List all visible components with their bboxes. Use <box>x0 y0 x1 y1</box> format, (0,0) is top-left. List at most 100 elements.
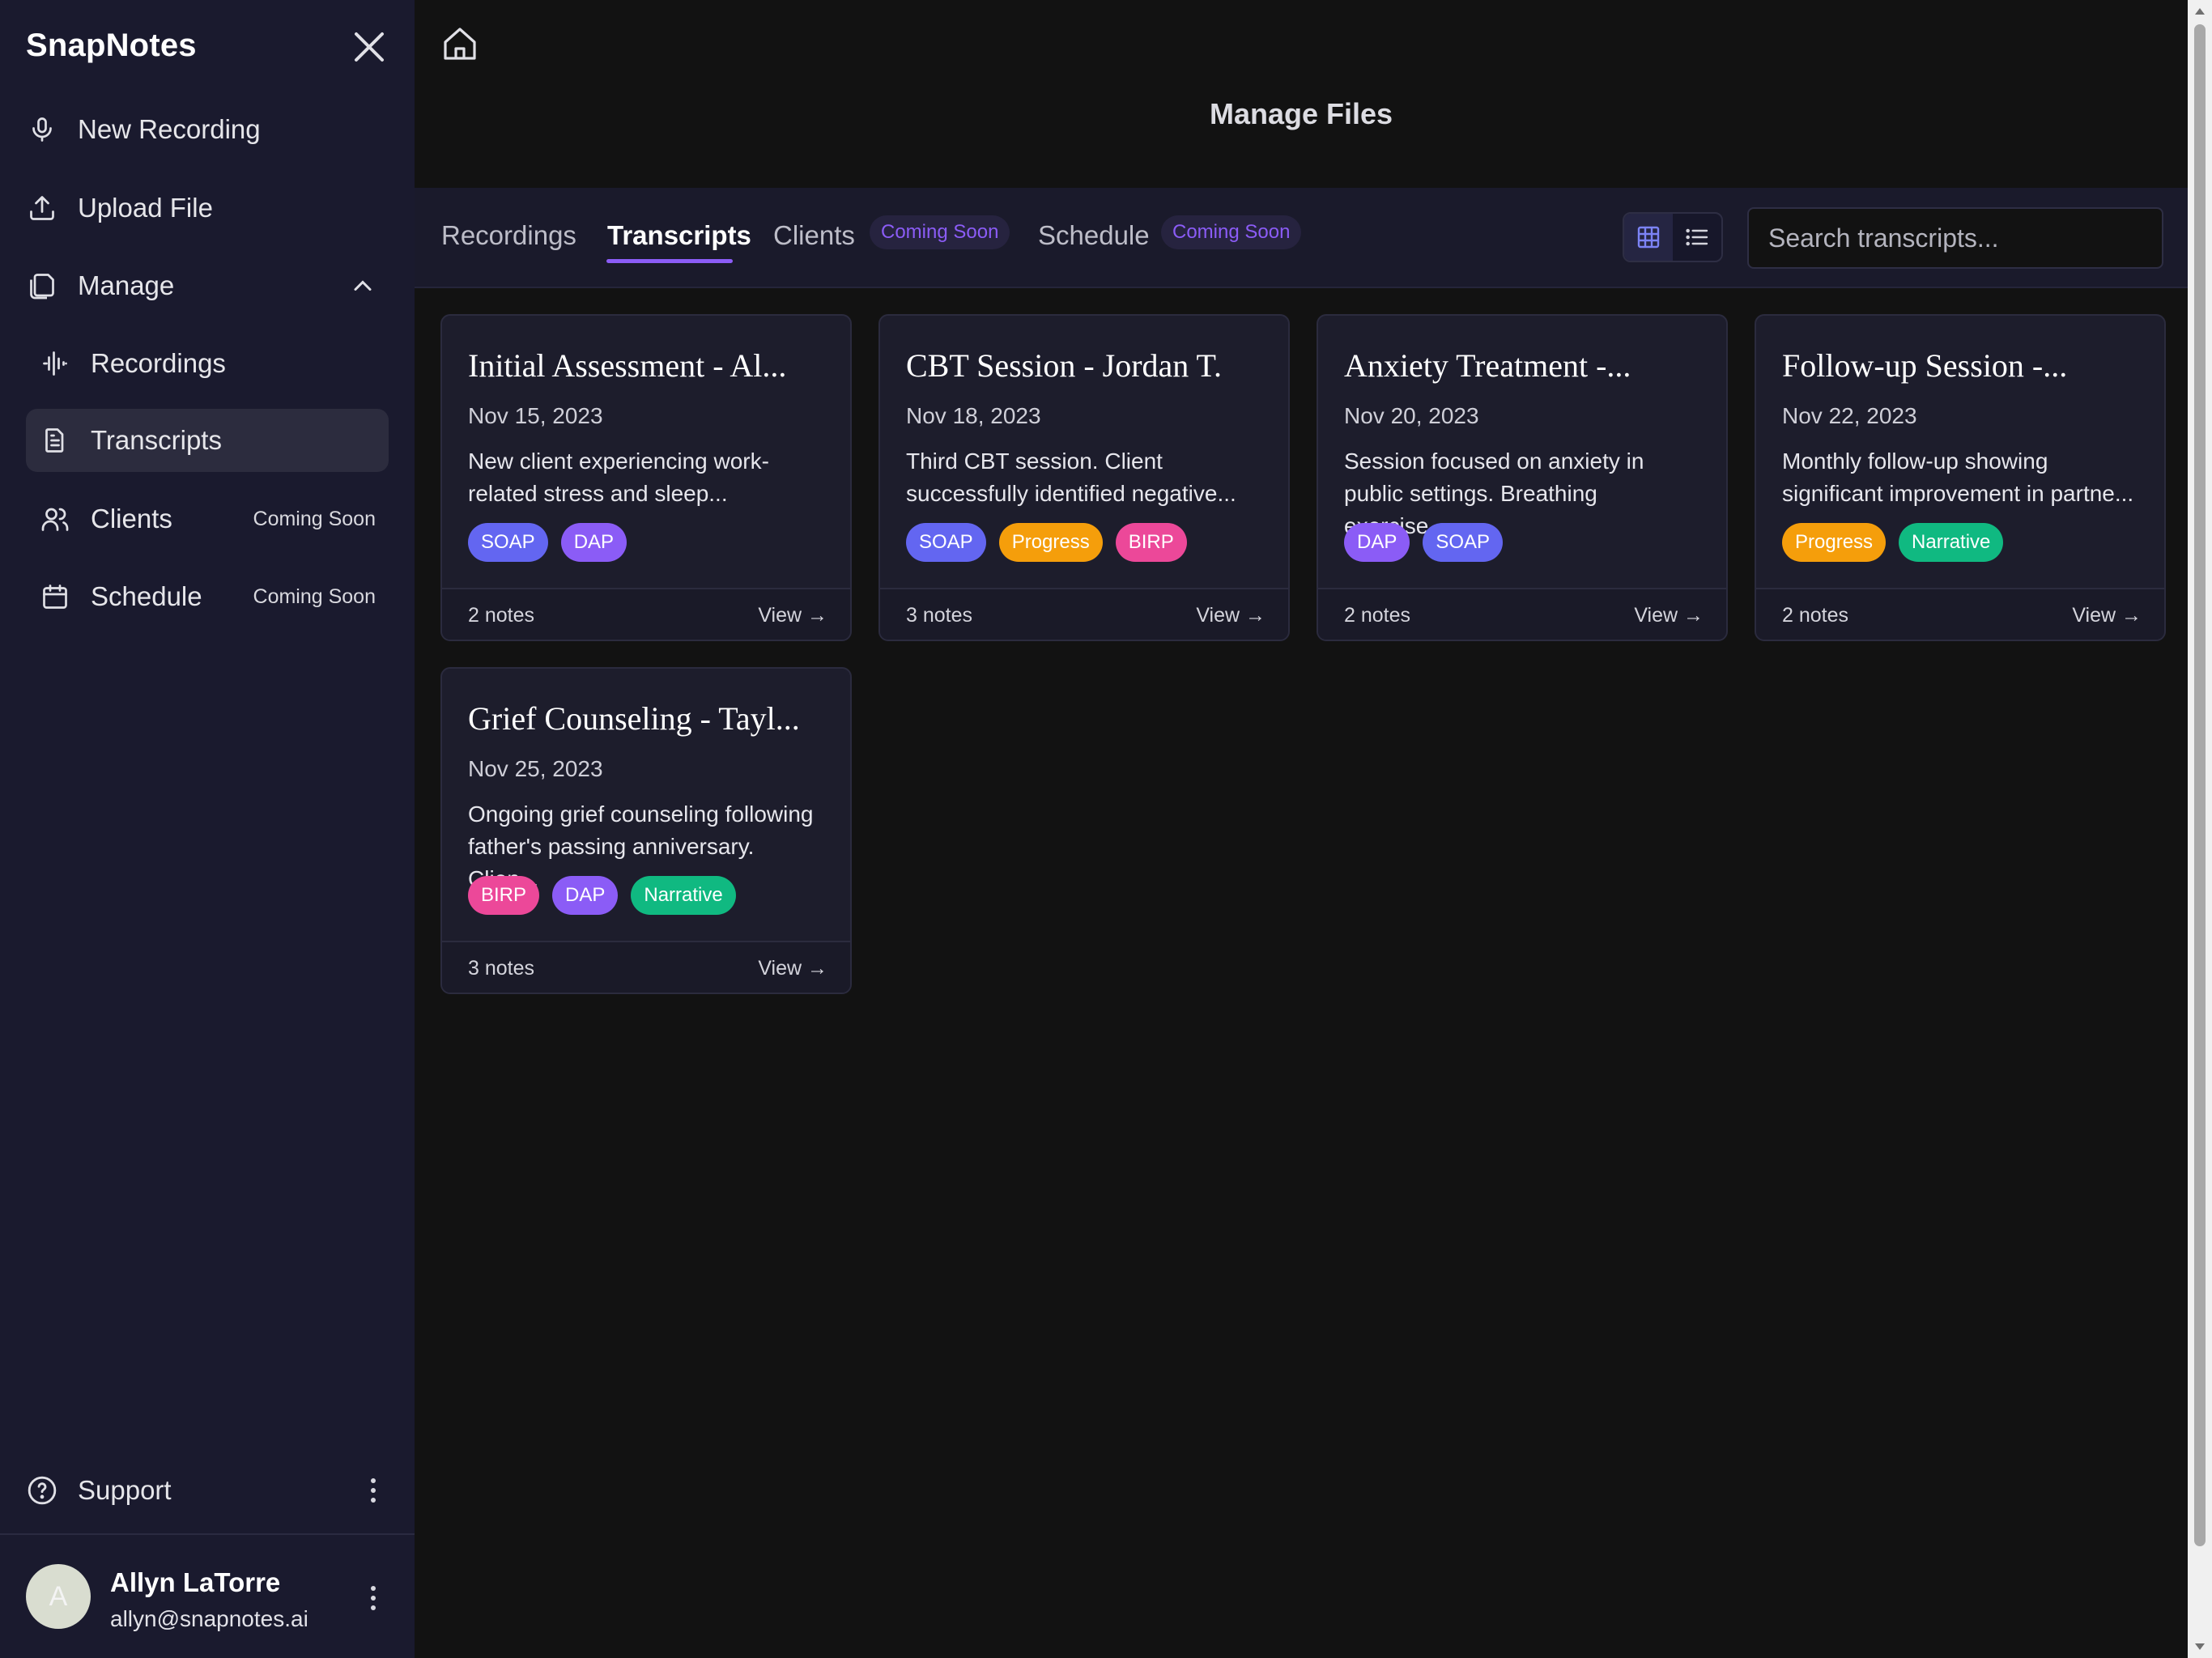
tab-clients[interactable]: Clients <box>773 220 855 251</box>
card-date: Nov 15, 2023 <box>468 403 603 428</box>
calendar-icon <box>39 580 71 613</box>
note-tag: Progress <box>1782 523 1887 562</box>
view-link[interactable]: View → <box>758 604 827 627</box>
card-date: Nov 25, 2023 <box>468 756 603 781</box>
avatar[interactable]: A <box>26 1564 91 1629</box>
tab-schedule[interactable]: Schedule <box>1038 220 1150 251</box>
card-title: Grief Counseling - Tayl... <box>468 700 800 737</box>
card-footer: 2 notes View → <box>442 588 850 640</box>
tab-transcripts[interactable]: Transcripts <box>607 220 751 251</box>
card-footer: 3 notes View → <box>880 588 1288 640</box>
scroll-up-arrow-icon[interactable] <box>2195 8 2205 15</box>
files-icon <box>26 270 58 302</box>
card-tags: DAP SOAP <box>1344 523 1504 562</box>
sidebar-item-new-recording[interactable]: New Recording <box>26 98 389 161</box>
notes-count: 2 notes <box>1782 604 1849 627</box>
note-tag: BIRP <box>1115 523 1187 562</box>
note-tag: BIRP <box>468 876 540 915</box>
sidebar-item-label: Transcripts <box>91 425 222 455</box>
note-tag: Narrative <box>631 876 736 915</box>
view-link[interactable]: View → <box>1634 604 1704 627</box>
list-icon <box>1686 228 1708 246</box>
toolbar: Recordings Transcripts Clients Coming So… <box>415 188 2188 288</box>
view-link[interactable]: View → <box>1196 604 1266 627</box>
close-icon <box>355 32 384 62</box>
notes-count: 2 notes <box>468 604 535 627</box>
card-date: Nov 22, 2023 <box>1782 403 1917 428</box>
note-tag: Narrative <box>1899 523 2004 562</box>
note-tag: SOAP <box>1423 523 1504 562</box>
user-more-button[interactable] <box>361 1580 385 1616</box>
sidebar-item-label: New Recording <box>78 114 261 144</box>
scroll-down-arrow-icon[interactable] <box>2195 1643 2205 1650</box>
search-input[interactable] <box>1747 207 2163 269</box>
view-link[interactable]: View → <box>2072 604 2142 627</box>
tab-recordings[interactable]: Recordings <box>441 220 576 251</box>
active-tab-indicator <box>606 259 733 263</box>
support-more-button[interactable] <box>361 1473 385 1508</box>
sidebar-item-upload-file[interactable]: Upload File <box>26 176 389 240</box>
card-date: Nov 18, 2023 <box>906 403 1041 428</box>
note-tag: DAP <box>1344 523 1410 562</box>
card-footer: 3 notes View → <box>442 941 850 993</box>
sidebar-item-label: Recordings <box>91 348 226 378</box>
transcript-card[interactable]: Grief Counseling - Tayl... Nov 25, 2023 … <box>440 667 852 994</box>
sidebar-divider <box>0 1533 415 1535</box>
note-tag: Progress <box>998 523 1103 562</box>
sidebar-item-support[interactable]: Support <box>26 1459 389 1522</box>
microphone-icon <box>26 113 58 146</box>
upload-icon <box>26 192 58 224</box>
transcript-card[interactable]: Follow-up Session -... Nov 22, 2023 Mont… <box>1755 314 2166 641</box>
sidebar-item-label: Upload File <box>78 193 213 223</box>
sidebar-item-label: Schedule <box>91 581 202 611</box>
sidebar: SnapNotes New Recording Upload File Mana… <box>0 0 415 1658</box>
card-title: Initial Assessment - Al... <box>468 347 787 384</box>
card-title: Anxiety Treatment -... <box>1344 347 1631 384</box>
sidebar-item-label: Clients <box>91 504 172 534</box>
main-content: Manage Files Recordings Transcripts Clie… <box>415 0 2188 1658</box>
help-circle-icon <box>26 1474 58 1507</box>
sidebar-item-label: Manage <box>78 270 175 300</box>
card-description: Monthly follow-up showing significant im… <box>1782 449 2134 506</box>
note-tag: DAP <box>560 523 627 562</box>
view-link[interactable]: View → <box>758 957 827 980</box>
transcript-card[interactable]: Initial Assessment - Al... Nov 15, 2023 … <box>440 314 852 641</box>
grid-icon <box>1637 226 1660 249</box>
sidebar-item-transcripts[interactable]: Transcripts <box>26 409 389 472</box>
sidebar-item-clients[interactable]: Clients Coming Soon <box>26 487 389 551</box>
scrollbar[interactable] <box>2188 0 2212 1658</box>
card-date: Nov 20, 2023 <box>1344 403 1479 428</box>
notes-count: 3 notes <box>468 957 535 980</box>
users-icon <box>39 503 71 535</box>
card-footer: 2 notes View → <box>1756 588 2164 640</box>
card-tags: BIRP DAP Narrative <box>468 876 736 915</box>
home-button[interactable] <box>440 24 479 63</box>
transcript-card[interactable]: CBT Session - Jordan T. Nov 18, 2023 Thi… <box>878 314 1290 641</box>
notes-count: 3 notes <box>906 604 973 627</box>
card-tags: SOAP Progress BIRP <box>906 523 1187 562</box>
card-description: New client experiencing work-related str… <box>468 449 769 506</box>
note-tag: SOAP <box>468 523 548 562</box>
card-tags: SOAP DAP <box>468 523 627 562</box>
sidebar-item-schedule[interactable]: Schedule Coming Soon <box>26 565 389 628</box>
card-description: Third CBT session. Client successfully i… <box>906 449 1236 506</box>
card-tags: Progress Narrative <box>1782 523 2004 562</box>
transcript-card[interactable]: Anxiety Treatment -... Nov 20, 2023 Sess… <box>1317 314 1728 641</box>
document-icon <box>39 424 71 457</box>
sidebar-item-label: Support <box>78 1475 172 1505</box>
notes-count: 2 notes <box>1344 604 1411 627</box>
scroll-thumb[interactable] <box>2194 24 2206 1546</box>
card-title: CBT Session - Jordan T. <box>906 347 1223 384</box>
chevron-up-icon[interactable] <box>348 271 377 300</box>
coming-soon-badge: Coming Soon <box>870 215 1010 249</box>
sidebar-item-manage[interactable]: Manage <box>26 254 389 317</box>
page-title: Manage Files <box>1209 97 1393 130</box>
close-sidebar-button[interactable] <box>350 28 389 66</box>
user-name: Allyn LaTorre <box>110 1567 281 1597</box>
grid-view-button[interactable] <box>1624 214 1673 261</box>
note-tag: DAP <box>552 876 619 915</box>
user-email: allyn@snapnotes.ai <box>110 1606 308 1631</box>
list-view-button[interactable] <box>1673 214 1721 261</box>
coming-soon-badge: Coming Soon <box>1161 215 1302 249</box>
sidebar-item-recordings[interactable]: Recordings <box>26 332 389 395</box>
